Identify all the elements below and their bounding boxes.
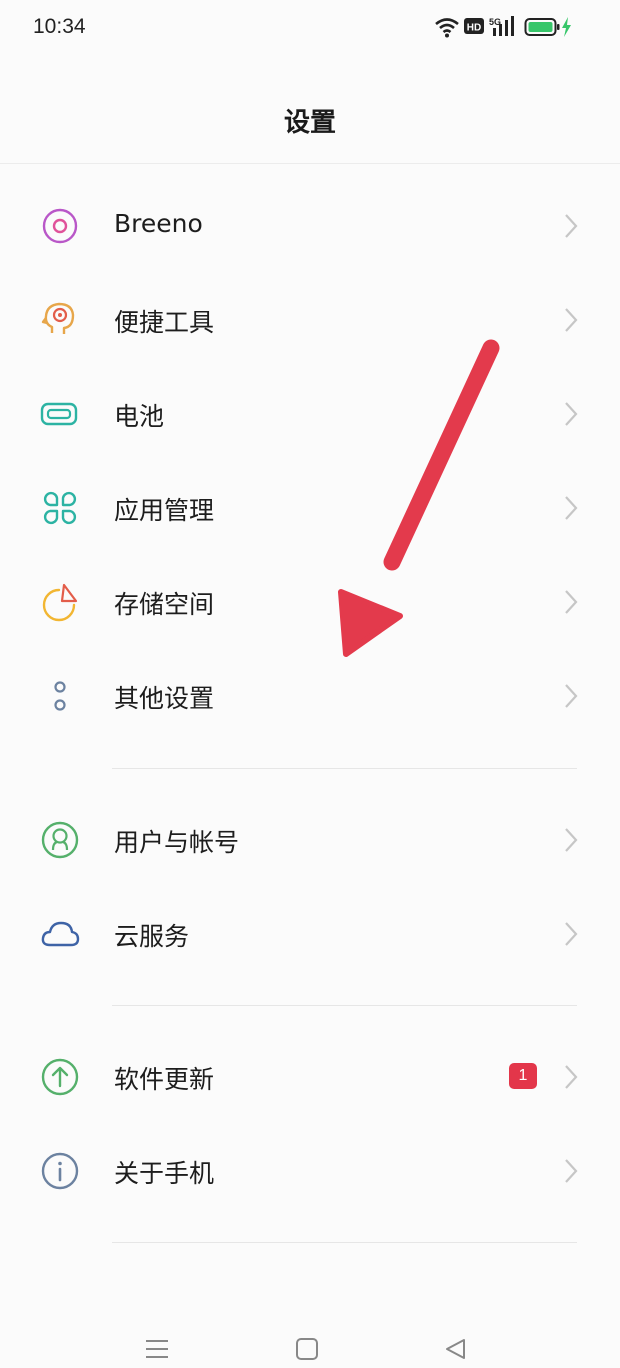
settings-item-shortcut-tools[interactable]: 便捷工具 — [0, 273, 620, 367]
settings-item-about-phone[interactable]: 关于手机 — [0, 1124, 620, 1218]
section-divider — [112, 1005, 577, 1006]
settings-item-label: 其他设置 — [114, 684, 215, 713]
settings-item-battery[interactable]: 电池 — [0, 367, 620, 461]
settings-item-cloud-service[interactable]: 云服务 — [0, 887, 620, 981]
chevron-right-icon — [565, 922, 578, 946]
settings-item-label: 软件更新 — [114, 1065, 215, 1094]
battery-icon — [40, 402, 78, 426]
settings-item-storage[interactable]: 存储空间 — [0, 555, 620, 649]
back-icon[interactable] — [441, 1332, 471, 1362]
chevron-right-icon — [565, 684, 578, 708]
section-divider — [112, 768, 577, 769]
hd-icon: HD — [464, 18, 484, 34]
settings-item-software-update[interactable]: 软件更新 1 — [0, 1030, 620, 1124]
menu-icon[interactable] — [142, 1332, 172, 1362]
chevron-right-icon — [565, 590, 578, 614]
apps-grid-icon — [43, 491, 77, 525]
section-divider — [112, 1242, 577, 1243]
chevron-right-icon — [565, 1065, 578, 1089]
more-dots-icon — [54, 681, 66, 711]
signal-5g-icon: 5G — [489, 16, 514, 36]
breeno-icon — [42, 208, 78, 244]
hd-label: HD — [467, 23, 481, 34]
head-gear-icon — [41, 302, 75, 334]
settings-item-users-accounts[interactable]: 用户与帐号 — [0, 793, 620, 887]
title-bar: 设置 — [0, 58, 620, 164]
pie-chart-icon — [42, 583, 78, 622]
battery-charging-icon — [524, 17, 571, 37]
home-icon[interactable] — [292, 1332, 322, 1362]
settings-item-label: 应用管理 — [114, 496, 215, 525]
settings-item-label: 用户与帐号 — [114, 828, 240, 857]
info-icon — [41, 1152, 79, 1190]
chevron-right-icon — [565, 308, 578, 332]
settings-item-label: 存储空间 — [114, 590, 215, 619]
page-title: 设置 — [283, 108, 336, 138]
user-account-icon — [41, 821, 79, 859]
cloud-icon — [41, 921, 80, 947]
settings-item-label: Breeno — [114, 209, 203, 238]
update-count-badge: 1 — [509, 1063, 537, 1089]
status-time: 10:34 — [33, 15, 86, 38]
update-arrow-icon — [41, 1058, 79, 1096]
settings-item-label: 关于手机 — [114, 1159, 215, 1188]
chevron-right-icon — [565, 402, 578, 426]
settings-item-label: 云服务 — [114, 922, 190, 951]
chevron-right-icon — [565, 496, 578, 520]
settings-item-label: 便捷工具 — [114, 308, 215, 337]
wifi-icon — [435, 18, 459, 38]
settings-item-other-settings[interactable]: 其他设置 — [0, 649, 620, 743]
chevron-right-icon — [565, 1159, 578, 1183]
navigation-bar — [0, 1318, 620, 1368]
status-bar: 10:34 HD 5G — [0, 0, 620, 58]
settings-item-breeno[interactable]: Breeno — [0, 179, 620, 273]
status-icons: HD 5G — [432, 16, 582, 42]
chevron-right-icon — [565, 214, 578, 238]
settings-item-label: 电池 — [114, 402, 165, 431]
settings-item-app-management[interactable]: 应用管理 — [0, 461, 620, 555]
chevron-right-icon — [565, 828, 578, 852]
